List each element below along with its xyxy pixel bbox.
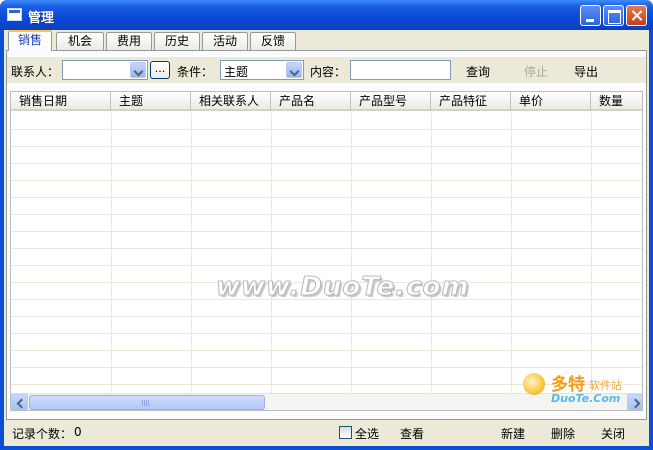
- column-header[interactable]: 产品特征: [431, 92, 511, 110]
- tab-panel-sales: 联系人： ... 条件： 主题 内容： 查询 停止 导出 销售日期 主题 相关联…: [6, 50, 647, 420]
- condition-label: 条件：: [177, 65, 214, 79]
- select-all-label[interactable]: 全选: [355, 425, 379, 442]
- query-button[interactable]: 查询: [466, 63, 490, 80]
- grid-body[interactable]: [11, 113, 642, 393]
- column-header[interactable]: 数量: [591, 92, 642, 110]
- close-window-button[interactable]: [626, 5, 647, 26]
- contact-label: 联系人：: [11, 65, 60, 79]
- maximize-button[interactable]: [603, 5, 624, 26]
- window-icon: [7, 8, 22, 21]
- scrollbar-thumb[interactable]: [29, 395, 265, 410]
- logo-url-text: DuoTe.Com: [551, 392, 621, 405]
- column-header[interactable]: 相关联系人: [191, 92, 271, 110]
- grid-divider: [431, 113, 432, 393]
- contact-combo[interactable]: [62, 60, 148, 80]
- tab-activity[interactable]: 活动: [202, 32, 248, 50]
- record-count-value: 0: [74, 425, 82, 439]
- browse-contact-button[interactable]: ...: [150, 61, 170, 79]
- column-header[interactable]: 产品型号: [351, 92, 431, 110]
- grid-header: 销售日期 主题 相关联系人 产品名 产品型号 产品特征 单价 数量: [11, 92, 642, 111]
- grid-divider: [271, 113, 272, 393]
- export-button[interactable]: 导出: [574, 63, 598, 80]
- tab-history[interactable]: 历史: [154, 32, 200, 50]
- content-label: 内容：: [310, 65, 347, 79]
- column-header[interactable]: 销售日期: [11, 92, 111, 110]
- filter-toolbar: 联系人： ... 条件： 主题 内容： 查询 停止 导出: [7, 57, 646, 83]
- content-input[interactable]: [350, 60, 451, 80]
- window-title: 管理: [28, 11, 55, 26]
- column-header[interactable]: 主题: [111, 92, 191, 110]
- column-header[interactable]: 产品名: [271, 92, 351, 110]
- tab-feedback[interactable]: 反馈: [250, 32, 296, 50]
- tab-opportunity[interactable]: 机会: [56, 32, 104, 50]
- title-bar[interactable]: 管理: [0, 0, 653, 30]
- sales-grid[interactable]: 销售日期 主题 相关联系人 产品名 产品型号 产品特征 单价 数量 www.Du: [10, 91, 643, 411]
- column-header[interactable]: 单价: [511, 92, 591, 110]
- stop-button: 停止: [524, 65, 549, 79]
- scroll-left-icon[interactable]: [11, 394, 28, 410]
- condition-value: 主题: [224, 65, 249, 79]
- tab-expense[interactable]: 费用: [106, 32, 152, 50]
- view-button[interactable]: 查看: [400, 425, 424, 442]
- condition-combo[interactable]: 主题: [220, 60, 304, 80]
- chevron-down-icon[interactable]: [130, 62, 146, 78]
- grid-divider: [191, 113, 192, 393]
- grid-divider: [111, 113, 112, 393]
- minimize-button[interactable]: [580, 5, 601, 26]
- select-all-checkbox[interactable]: [339, 426, 352, 439]
- logo-sub-text: 软件站: [589, 379, 622, 392]
- grid-divider: [511, 113, 512, 393]
- watermark-text: www.DuoTe.com: [216, 272, 470, 303]
- grid-divider: [351, 113, 352, 393]
- tab-sales[interactable]: 销售: [8, 30, 52, 51]
- site-logo: 多特 软件站 DuoTe.Com: [521, 370, 649, 434]
- grid-divider: [591, 113, 592, 393]
- chevron-down-icon[interactable]: [286, 62, 302, 78]
- sun-icon: [523, 373, 545, 395]
- record-count-label: 记录个数：: [12, 427, 73, 441]
